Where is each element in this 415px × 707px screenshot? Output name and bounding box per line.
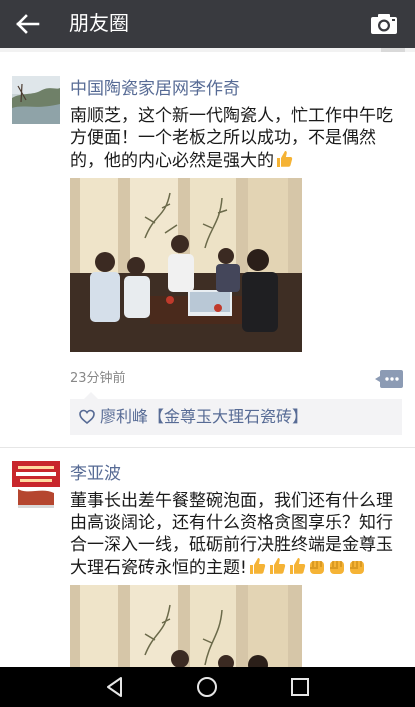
author-name[interactable]: 李亚波 (70, 463, 121, 485)
post-text: 董事长出差午餐整碗泡面，我们还有什么理由高谈阔论，还有什么资格贪图享乐？知行合一… (70, 490, 405, 582)
fist-icon (307, 556, 327, 582)
camera-icon[interactable] (367, 8, 401, 40)
post-time: 23分钟前 (70, 371, 126, 386)
liker-name[interactable]: 廖利峰【金尊玉大理石瓷砖】 (100, 406, 308, 428)
post-text-content: 南顺芝，这个新一代陶瓷人，忙工作中午吃方便面！一个老板之所以成功，不是偶然的，他… (70, 106, 393, 171)
likes-bar: 廖利峰【金尊玉大理石瓷砖】 (70, 392, 402, 435)
moment-post: 李亚波 董事长出差午餐整碗泡面，我们还有什么理由高谈阔论，还有什么资格贪图享乐？… (0, 447, 415, 667)
top-bar: 朋友圈 (0, 0, 415, 48)
author-name[interactable]: 中国陶瓷家居网李作奇 (70, 78, 240, 100)
comment-icon[interactable] (375, 370, 403, 388)
fist-icon (347, 556, 367, 582)
nav-recents-icon[interactable] (288, 675, 312, 699)
post-text: 南顺芝，这个新一代陶瓷人，忙工作中午吃方便面！一个老板之所以成功，不是偶然的，他… (70, 105, 405, 175)
back-arrow-icon[interactable] (10, 8, 44, 40)
nav-home-icon[interactable] (195, 675, 219, 699)
thumbs-up-icon (274, 149, 294, 175)
post-photo[interactable] (70, 585, 302, 667)
thumbs-up-icon (267, 556, 287, 582)
heart-icon (79, 409, 95, 425)
moment-post: 中国陶瓷家居网李作奇 南顺芝，这个新一代陶瓷人，忙工作中午吃方便面！一个老板之所… (0, 52, 415, 447)
post-photo[interactable] (70, 178, 302, 352)
thumbs-up-icon (287, 556, 307, 582)
thumbs-up-icon (247, 556, 267, 582)
nav-back-icon[interactable] (103, 675, 127, 699)
fist-icon (327, 556, 347, 582)
likes-pointer (84, 392, 98, 399)
page-title: 朋友圈 (69, 11, 129, 35)
avatar[interactable] (12, 76, 60, 124)
system-nav-bar (0, 667, 415, 707)
avatar[interactable] (12, 461, 60, 509)
